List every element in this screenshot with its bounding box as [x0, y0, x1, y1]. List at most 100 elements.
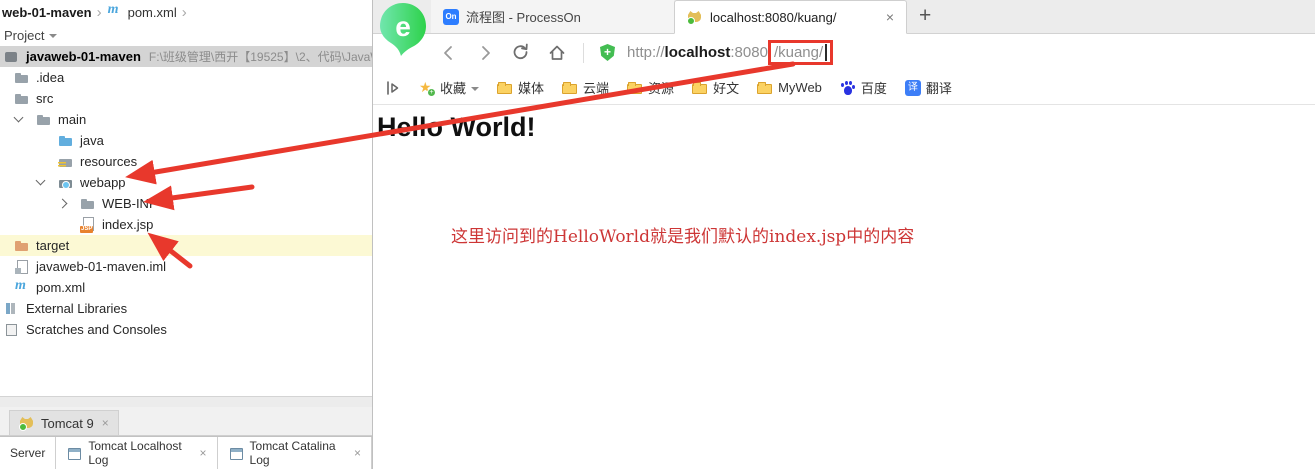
- browser-logo[interactable]: e: [378, 2, 428, 61]
- browser-tabs: On 流程图 - ProcessOn localhost:8080/kuang/…: [431, 0, 907, 34]
- caret-down-icon: [471, 86, 480, 91]
- browser-logo-icon: e: [380, 3, 426, 56]
- project-tree: javaweb-01-maven F:\班级管理\西开【19525】\2、代码\…: [0, 46, 382, 340]
- url-host: localhost: [664, 44, 731, 61]
- refresh-button-icon[interactable]: [511, 43, 531, 63]
- tree-row[interactable]: java: [0, 130, 372, 151]
- tree-item-icon: [58, 175, 74, 191]
- address-bar[interactable]: http://localhost:8080/kuang/: [627, 40, 834, 65]
- tree-row[interactable]: javaweb-01-maven.iml: [0, 256, 372, 277]
- new-tab-button[interactable]: +: [919, 4, 931, 28]
- bookmark-label: MyWeb: [778, 80, 822, 95]
- project-view-selector[interactable]: Project: [0, 24, 372, 46]
- tree-item-icon: [36, 112, 52, 128]
- tree-item-label: javaweb-01-maven: [26, 49, 141, 64]
- baidu-paw-icon: [840, 80, 856, 96]
- svg-text:e: e: [395, 11, 411, 42]
- url-port: :8080: [730, 44, 768, 61]
- url-path: /kuang/: [773, 44, 824, 61]
- browser-tab[interactable]: localhost:8080/kuang/ ×: [674, 0, 907, 34]
- breadcrumb-project[interactable]: web-01-maven: [2, 5, 92, 20]
- tree-row[interactable]: resources: [0, 151, 372, 172]
- tree-item-label: src: [36, 91, 54, 106]
- bookmark-folder[interactable]: 媒体: [497, 78, 544, 97]
- tree-row[interactable]: pom.xml: [0, 277, 372, 298]
- breadcrumb: web-01-maven › pom.xml ›: [0, 0, 372, 24]
- bookmark-folder[interactable]: 好文: [692, 78, 739, 97]
- expand-sidebar-icon[interactable]: [385, 79, 401, 97]
- close-icon[interactable]: ×: [200, 446, 207, 460]
- favorites-button[interactable]: 收藏: [419, 78, 480, 97]
- maven-icon: [107, 2, 123, 20]
- tree-row[interactable]: main: [0, 109, 372, 130]
- tree-item-icon: [14, 259, 30, 275]
- tomcat-tool-window-tab[interactable]: Tomcat 9 ×: [9, 410, 119, 435]
- tree-row[interactable]: index.jsp: [0, 214, 372, 235]
- tree-item-label: External Libraries: [26, 301, 128, 316]
- translate-icon: 译: [904, 79, 921, 96]
- bookmark-baidu[interactable]: 百度: [840, 78, 887, 97]
- bookmark-translate[interactable]: 译 翻译: [904, 78, 952, 97]
- ide-window: web-01-maven › pom.xml › Project javaweb…: [0, 0, 382, 469]
- tree-item-label: main: [58, 112, 87, 127]
- back-button-icon[interactable]: [439, 43, 459, 63]
- tree-item-label: .idea: [36, 70, 65, 85]
- tree-row[interactable]: target: [0, 235, 372, 256]
- text-cursor: [825, 44, 828, 61]
- console-tab-bar: Server Tomcat Localhost Log × Tomcat Cat…: [0, 436, 372, 469]
- close-icon[interactable]: ×: [102, 416, 109, 430]
- screen: web-01-maven › pom.xml › Project javaweb…: [0, 0, 1315, 469]
- tree-row[interactable]: webapp: [0, 172, 372, 193]
- tab-title: 流程图 - ProcessOn: [466, 10, 581, 25]
- tree-item-label: WEB-INF: [102, 196, 157, 211]
- chevron-separator-icon: ›: [181, 3, 187, 21]
- tree-row[interactable]: WEB-INF: [0, 193, 372, 214]
- tree-item-icon: [14, 238, 30, 254]
- bookmark-label: 好文: [713, 81, 740, 96]
- console-tab[interactable]: Tomcat Catalina Log ×: [217, 437, 372, 469]
- chevron-separator-icon: ›: [96, 3, 102, 21]
- tree-item-icon: [4, 322, 20, 338]
- tree-row[interactable]: src: [0, 88, 372, 109]
- tree-item-icon: [14, 278, 30, 296]
- folder-icon: [562, 80, 578, 96]
- console-tab-label: Tomcat Catalina Log: [249, 439, 336, 467]
- tab-close-button[interactable]: ×: [886, 9, 894, 25]
- browser-toolbar: http://localhost:8080/kuang/: [373, 34, 1315, 71]
- bookmark-folder[interactable]: MyWeb: [757, 80, 822, 96]
- red-annotation-text: 这里访问到的HelloWorld就是我们默认的index.jsp中的内容: [451, 227, 915, 247]
- bookmark-folder[interactable]: 云端: [562, 78, 609, 97]
- favorites-label: 收藏: [440, 81, 467, 96]
- security-shield-icon[interactable]: [600, 44, 615, 61]
- project-view-label: Project: [4, 27, 45, 43]
- tree-item-label: pom.xml: [36, 280, 86, 295]
- console-tab-label: Server: [10, 446, 46, 460]
- caret-down-icon: [49, 34, 58, 38]
- tree-item-label: target: [36, 238, 70, 253]
- browser-tab[interactable]: On 流程图 - ProcessOn: [431, 0, 674, 33]
- tab-favicon: [687, 9, 703, 25]
- star-icon: [419, 80, 436, 97]
- folder-icon: [757, 80, 773, 96]
- expand-chevron-icon[interactable]: [52, 193, 80, 214]
- console-tab[interactable]: Tomcat Localhost Log ×: [56, 437, 218, 469]
- forward-button-icon[interactable]: [475, 43, 495, 63]
- expand-chevron-icon[interactable]: [30, 172, 58, 193]
- expand-chevron-icon[interactable]: [8, 109, 36, 130]
- tree-item-label: Scratches and Consoles: [26, 322, 167, 337]
- url-scheme: http://: [627, 44, 665, 61]
- home-button-icon[interactable]: [547, 43, 567, 63]
- tree-item-icon: [14, 70, 30, 86]
- bookmark-label: 百度: [860, 81, 887, 96]
- close-icon[interactable]: ×: [354, 446, 361, 460]
- tree-item-icon: [58, 154, 74, 170]
- tree-item-label: resources: [80, 154, 138, 169]
- log-window-icon: [228, 445, 244, 461]
- tree-row[interactable]: External Libraries: [0, 298, 372, 319]
- bookmark-folder[interactable]: 资源: [627, 78, 674, 97]
- breadcrumb-file[interactable]: pom.xml: [128, 5, 177, 20]
- tree-row[interactable]: .idea: [0, 67, 372, 88]
- tree-row[interactable]: javaweb-01-maven F:\班级管理\西开【19525】\2、代码\…: [0, 46, 382, 67]
- tree-row[interactable]: Scratches and Consoles: [0, 319, 372, 340]
- console-tab[interactable]: Server: [0, 437, 57, 469]
